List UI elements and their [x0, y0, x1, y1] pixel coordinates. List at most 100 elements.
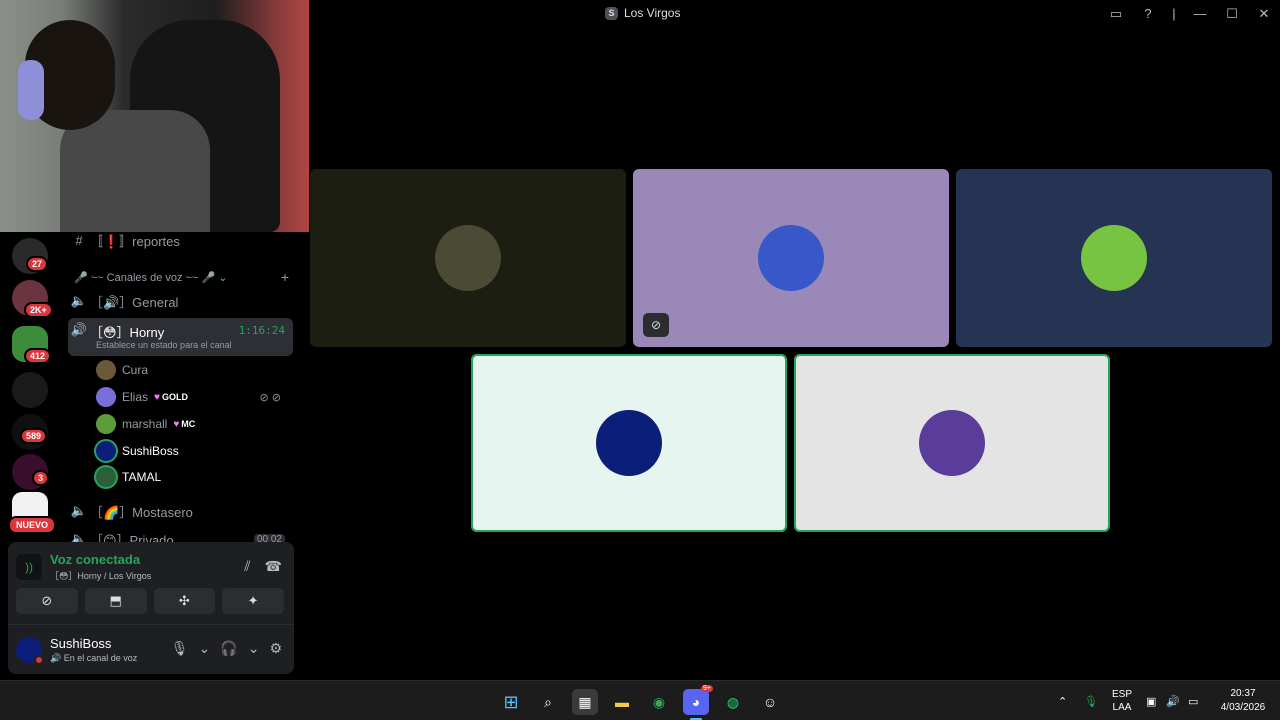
spotify-icon[interactable]: ◍ [720, 689, 746, 715]
user-info[interactable]: SushiBoss 🔊 En el canal de voz [50, 636, 137, 664]
chevron-down-icon: ⌄ [215, 271, 228, 284]
role-tag: ♥ GOLD [154, 392, 188, 403]
taskbar: ⊞ ⌕ ▦ ▬ ◉ ◕ 9+ ◍ ☺ ⌃ 🎙 ESP LAA ▣ 🔊 ▭ 20:3… [0, 680, 1280, 720]
user-controls: 🎙 ⌄ 🎧 ⌄ ⚙ [171, 640, 282, 657]
noise-suppression-icon[interactable]: ⫽ [244, 558, 250, 575]
server-badge-6: 3 [32, 470, 50, 486]
soundboard-button[interactable]: ✦ [222, 588, 284, 614]
channel-label: 〚❗〛reportes [90, 233, 180, 249]
participant-tile[interactable]: ⊘ [633, 169, 949, 347]
participant-tile-speaking[interactable] [794, 354, 1110, 532]
lang-top: ESP [1112, 689, 1133, 700]
window-title: Los Virgos [624, 6, 681, 20]
soundboard-icon: ✦ [247, 593, 259, 608]
windows-start-icon[interactable]: ⊞ [498, 689, 524, 715]
app-icon[interactable]: ☺ [757, 689, 783, 715]
participant-avatar [435, 225, 501, 291]
file-explorer-icon[interactable]: ▬ [609, 689, 635, 715]
chrome-icon[interactable]: ◉ [646, 689, 672, 715]
call-timer: 1:16:24 [238, 324, 285, 337]
microphone-tray-icon[interactable]: 🎙 [1084, 681, 1098, 720]
clock[interactable]: 20:37 4/03/2026 [1220, 681, 1266, 720]
channel-reportes[interactable]: # 〚❗〛reportes [68, 232, 293, 253]
settings-icon[interactable]: ⚙ [269, 640, 282, 657]
voice-panel: )) Voz conectada ［😳］Horny / Los Virgos ⫽… [8, 542, 294, 674]
voice-user[interactable]: marshall ♥ MC [96, 412, 195, 436]
avatar[interactable] [16, 637, 44, 665]
activities-button[interactable]: ✣ [153, 588, 216, 614]
category-label: 🎤 ~~ Canales de voz ~~ 🎤 [74, 271, 216, 284]
chevron-down-icon[interactable]: ⌄ [248, 640, 260, 657]
server-rail: 27 2K+ 412 589 3 [0, 232, 60, 542]
store-icon[interactable]: ▦ [572, 689, 598, 715]
user-name: TAMAL [122, 470, 162, 484]
speaker-icon: 🔊 [70, 322, 88, 337]
channel-status-prompt[interactable]: Establece un estado para el canal [96, 340, 232, 350]
user-name: SushiBoss [122, 444, 179, 458]
close-icon[interactable]: ✕ [1248, 0, 1280, 27]
channel-list: # 〚❗〛reportes 🎤 ~~ Canales de voz ~~ 🎤 ⌄… [60, 232, 301, 542]
discord-badge: 9+ [701, 685, 713, 692]
signal-icon[interactable]: )) [16, 554, 42, 580]
role-tag: ♥ MC [173, 419, 195, 430]
participant-tile[interactable] [310, 169, 626, 347]
participant-avatar [1081, 225, 1147, 291]
new-badge: NUEVO [8, 516, 57, 534]
user-status-text: En el canal de voz [63, 653, 138, 663]
battery-icon[interactable]: ▭ [1188, 681, 1198, 720]
microphone-icon[interactable]: 🎙 [171, 640, 189, 657]
participant-tile-speaking[interactable] [471, 354, 787, 532]
channel-privado[interactable]: 🔈 ［😊］Privado 00 02 [68, 526, 293, 542]
speaker-icon: 🔊 [50, 653, 64, 663]
language-indicator[interactable]: ESP LAA [1112, 681, 1132, 720]
channel-label: ［🌈］Mostasero [90, 504, 193, 520]
channel-label: ［😊］Privado [90, 532, 174, 543]
channel-mostasero[interactable]: 🔈 ［🌈］Mostasero [68, 498, 293, 524]
speaker-icon: 🔈 [70, 503, 88, 518]
channel-horny[interactable]: 🔊 ［😳］Horny 1:16:24 Establece un estado p… [68, 318, 293, 356]
voice-text: Voz conectada ［😳］Horny / Los Virgos [50, 552, 151, 582]
volume-icon[interactable]: 🔊 [1166, 681, 1180, 720]
voice-channel-path[interactable]: ［😳］Horny / Los Virgos [50, 569, 151, 582]
user-name: marshall [122, 417, 168, 431]
channel-general[interactable]: 🔈 ［🔊］General [68, 288, 293, 314]
voice-user[interactable]: Elias ♥ GOLD ⊘ ⊘ [96, 385, 291, 409]
server-icon-4[interactable] [12, 372, 48, 408]
discord-icon[interactable]: ◕ 9+ [683, 685, 713, 720]
heart-icon: ♥ [173, 418, 180, 430]
voice-user[interactable]: Cura [96, 358, 148, 382]
tray-expand-icon[interactable]: ⌃ [1058, 681, 1067, 720]
maximize-icon[interactable]: ☐ [1216, 0, 1248, 27]
date: 4/03/2026 [1220, 702, 1266, 713]
inbox-icon[interactable]: ▭ [1100, 0, 1132, 27]
server-badge-2: 2K+ [24, 302, 53, 318]
voice-category[interactable]: 🎤 ~~ Canales de voz ~~ 🎤 ⌄ + [74, 268, 289, 286]
minimize-icon[interactable]: — [1184, 0, 1216, 27]
avatar [96, 441, 116, 461]
server-badge-3: 412 [24, 348, 52, 364]
add-channel-icon[interactable]: + [281, 269, 289, 285]
voice-user[interactable]: TAMAL [96, 465, 161, 489]
search-icon[interactable]: ⌕ [535, 689, 561, 715]
network-icon[interactable]: ▣ [1146, 681, 1156, 720]
voice-connected-label[interactable]: Voz conectada [50, 552, 151, 567]
app-root: S Los Virgos ▭ ? | — ☐ ✕ 27 2K+ 412 589 … [0, 0, 1280, 720]
camera-button[interactable]: ⊘ [16, 588, 78, 614]
participant-avatar [596, 410, 662, 476]
disconnect-icon[interactable]: ☎ [265, 558, 282, 575]
headphones-icon[interactable]: 🎧 [220, 640, 237, 657]
chevron-down-icon[interactable]: ⌄ [199, 640, 211, 657]
activities-icon: ✣ [178, 593, 190, 608]
screen-share-button[interactable]: ⬒ [84, 588, 147, 614]
heart-icon: ♥ [154, 391, 160, 403]
voice-user[interactable]: SushiBoss [96, 439, 179, 463]
avatar [96, 467, 116, 487]
participant-tile[interactable] [956, 169, 1272, 347]
channel-label: ［🔊］General [90, 294, 179, 310]
participant-avatar [758, 225, 824, 291]
voice-actions: ⫽ ☎ [244, 558, 282, 575]
channel-user-count: 00 02 [253, 533, 285, 542]
server-badge-5: 589 [20, 428, 48, 444]
help-icon[interactable]: ? [1132, 0, 1164, 27]
screen-share-icon: ⬒ [109, 593, 122, 608]
